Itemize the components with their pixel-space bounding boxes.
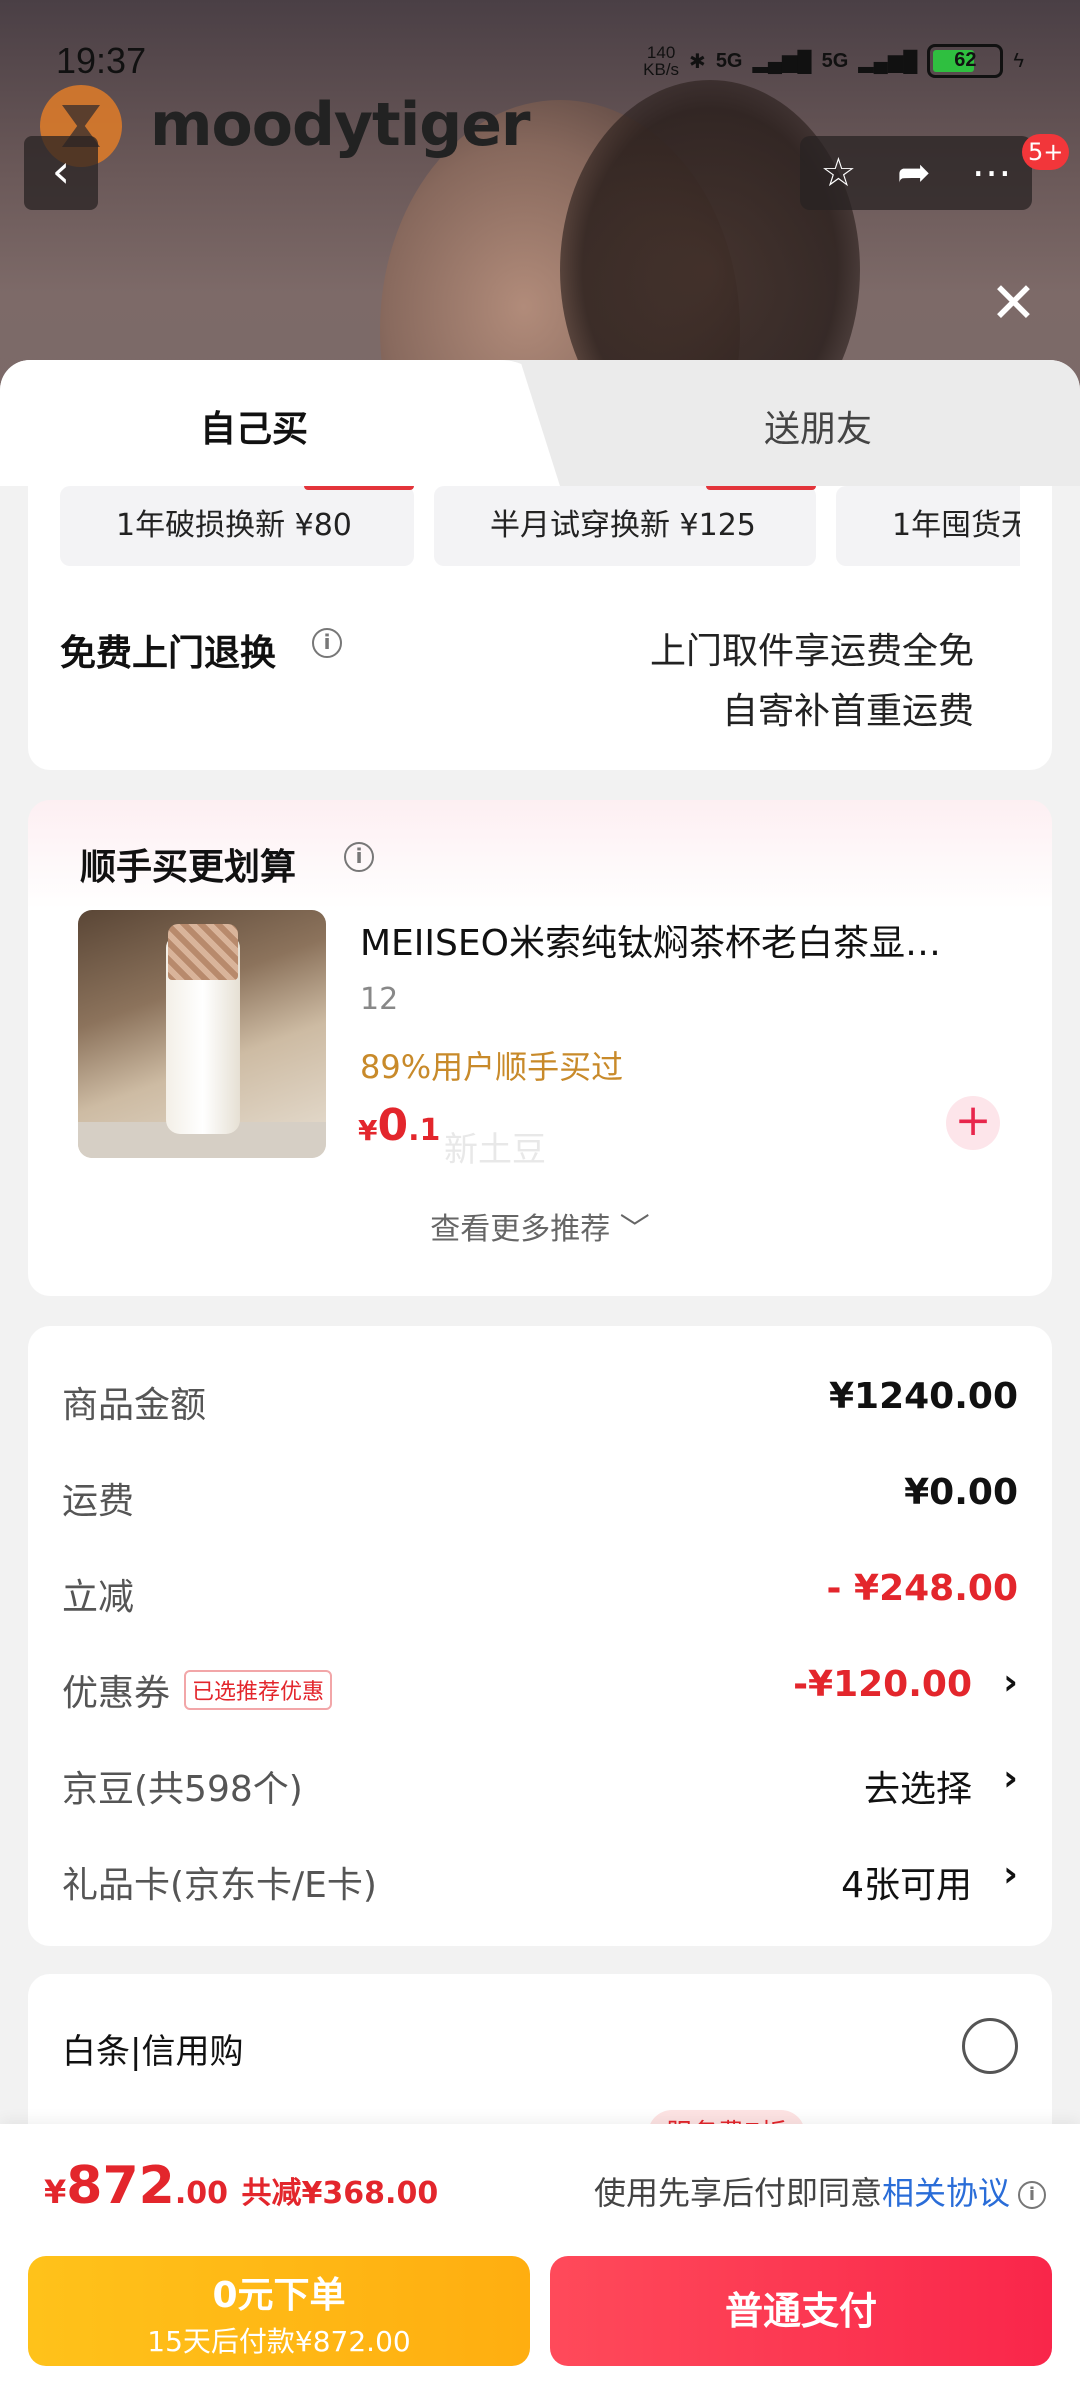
summary-row-coupon[interactable]: 优惠券 已选推荐优惠 -¥120.00 ›: [62, 1656, 1018, 1716]
summary-row-discount: 立减 - ¥248.00: [62, 1560, 1018, 1620]
gift-card-value: 4张可用: [841, 1865, 972, 1906]
product-thumbnail[interactable]: [78, 910, 326, 1158]
service-chip-label: 1年囤货无: [892, 508, 1020, 543]
network-speed-unit: KB/s: [643, 60, 680, 79]
share-icon[interactable]: ➦: [897, 150, 931, 196]
goods-amount-label: 商品金额: [62, 1385, 207, 1426]
baitiao-label: 白条|信用购: [62, 2032, 244, 2072]
discount-value: - ¥248.00: [826, 1568, 1018, 1609]
recommend-info-icon[interactable]: i: [344, 842, 374, 872]
purchase-mode-tabs: 自己买 送朋友: [0, 360, 1080, 486]
jd-beans-label: 京豆(共598个): [62, 1769, 303, 1810]
zero-down-order-button[interactable]: 0元下单 15天后付款¥872.00: [28, 2256, 530, 2366]
signal-5g-label: 5G: [715, 49, 743, 72]
network-speed: 140 KB/s: [643, 44, 679, 78]
battery-icon: 62: [927, 44, 1004, 78]
chevron-right-icon: ›: [1003, 1854, 1018, 1895]
summary-row-jd-beans[interactable]: 京豆(共598个) 去选择 ›: [62, 1752, 1018, 1812]
charging-icon: ϟ: [1013, 49, 1024, 72]
summary-row-shipping: 运费 ¥0.00: [62, 1464, 1018, 1524]
signal-bars-icon: ▂▄▆█: [752, 50, 812, 73]
shipping-value: ¥0.00: [904, 1472, 1018, 1513]
total-integer: 872: [66, 2156, 175, 2216]
agreement-info-icon[interactable]: i: [1018, 2181, 1046, 2209]
jd-beans-value: 去选择: [863, 1769, 972, 1810]
battery-level: 62: [954, 49, 977, 71]
product-social-tag: 89%用户顺手买过: [360, 1048, 624, 1086]
service-chip-label: 半月试穿换新 ¥125: [490, 508, 756, 543]
zero-down-subtitle: 15天后付款¥872.00: [147, 2325, 411, 2358]
product-spec: 12: [360, 982, 399, 1017]
price-summary-card: 商品金额 ¥1240.00 运费 ¥0.00 立减 - ¥248.00 优惠券已…: [28, 1326, 1052, 1946]
message-count-badge: 5+: [1022, 134, 1070, 170]
top-action-group: ☆ ➦ ⋯: [800, 136, 1032, 210]
agreement-link[interactable]: 相关协议: [882, 2174, 1010, 2212]
coupon-label: 优惠券: [62, 1673, 171, 1714]
service-chip[interactable]: 半月试穿换新 ¥125: [434, 486, 816, 566]
tab-gift[interactable]: 送朋友: [764, 400, 872, 452]
more-recommend-link[interactable]: 查看更多推荐 ﹀: [28, 1204, 1052, 1248]
coupon-recommended-tag: 已选推荐优惠: [184, 1670, 333, 1710]
checkout-bottom-bar: ¥872.00 共减¥368.00 使用先享后付即同意相关协议 i 0元下单 15…: [0, 2124, 1080, 2400]
service-chip[interactable]: 1年破损换新 ¥80: [60, 486, 414, 566]
back-button[interactable]: ‹: [24, 136, 98, 210]
service-chip-list[interactable]: 1年破损换新 ¥80 半月试穿换新 ¥125 1年囤货无: [60, 486, 1020, 566]
total-decimal: .00: [174, 2176, 228, 2211]
summary-row-goods: 商品金额 ¥1240.00: [62, 1368, 1018, 1428]
close-icon[interactable]: ✕: [990, 276, 1037, 332]
product-name[interactable]: MEIISEO米索纯钛焖茶杯老白茶显…: [360, 914, 1000, 966]
network-speed-value: 140: [646, 43, 676, 62]
free-return-title: 免费上门退换: [60, 633, 277, 674]
normal-pay-button[interactable]: 普通支付: [550, 2256, 1052, 2366]
tab-self[interactable]: 自己买: [200, 400, 308, 452]
free-return-line1: 上门取件享运费全免: [649, 631, 974, 672]
status-icons: 140 KB/s ✱ 5G ▂▄▆█ 5G ▂▄▆█ 62 ϟ: [643, 44, 1024, 78]
baitiao-radio[interactable]: [962, 2018, 1018, 2074]
watermark-text: 新土豆: [444, 1130, 546, 1170]
plus-icon: +: [954, 1095, 992, 1146]
total-savings: 共减¥368.00: [241, 2176, 439, 2211]
bluetooth-icon: ✱: [689, 50, 706, 73]
shipping-label: 运费: [62, 1481, 135, 1522]
total-currency: ¥: [44, 2173, 67, 2211]
gift-card-label: 礼品卡(京东卡/E卡): [62, 1865, 377, 1906]
product-price: ¥0.1: [358, 1100, 440, 1151]
agreement-prefix: 使用先享后付即同意: [593, 2174, 882, 2212]
coupon-value: -¥120.00: [793, 1664, 972, 1705]
chevron-right-icon: ›: [1003, 1758, 1018, 1799]
goods-amount-value: ¥1240.00: [828, 1376, 1018, 1417]
signal-bars-icon-2: ▂▄▆█: [858, 50, 918, 73]
service-chip[interactable]: 1年囤货无: [836, 486, 1020, 566]
free-return-line2: 自寄补首重运费: [721, 691, 974, 732]
total-price: ¥872.00 共减¥368.00: [44, 2156, 438, 2216]
chevron-right-icon: ›: [1003, 1662, 1018, 1703]
more-icon[interactable]: ⋯: [972, 150, 1012, 196]
price-currency: ¥: [358, 1114, 378, 1147]
zero-down-title: 0元下单: [212, 2275, 346, 2316]
service-chip-label: 1年破损换新 ¥80: [116, 508, 352, 543]
coupon-label-group: 优惠券 已选推荐优惠: [62, 1664, 333, 1716]
add-product-button[interactable]: +: [946, 1096, 1000, 1150]
discount-label: 立减: [62, 1577, 135, 1618]
recommend-title: 顺手买更划算: [80, 847, 297, 888]
favorite-star-icon[interactable]: ☆: [820, 150, 856, 196]
signal-5g-label-2: 5G: [821, 49, 849, 72]
agreement-text: 使用先享后付即同意相关协议 i: [594, 2168, 1046, 2214]
checkout-sheet: 自己买 送朋友 1年破损换新 ¥80 半月试穿换新 ¥125 1年囤货无 免费上…: [0, 360, 1080, 2400]
recommend-card: 顺手买更划算 i MEIISEO米索纯钛焖茶杯老白茶显… 12 89%用户顺手买…: [28, 800, 1052, 1296]
status-time: 19:37: [56, 40, 147, 81]
price-decimal: .1: [408, 1113, 441, 1148]
summary-row-gift-card[interactable]: 礼品卡(京东卡/E卡) 4张可用 ›: [62, 1848, 1018, 1908]
status-bar: 19:37 140 KB/s ✱ 5G ▂▄▆█ 5G ▂▄▆█ 62 ϟ: [0, 0, 1080, 110]
chevron-left-icon: ‹: [51, 144, 71, 198]
free-return-info-icon[interactable]: i: [312, 628, 342, 658]
price-integer: 0: [377, 1100, 409, 1151]
